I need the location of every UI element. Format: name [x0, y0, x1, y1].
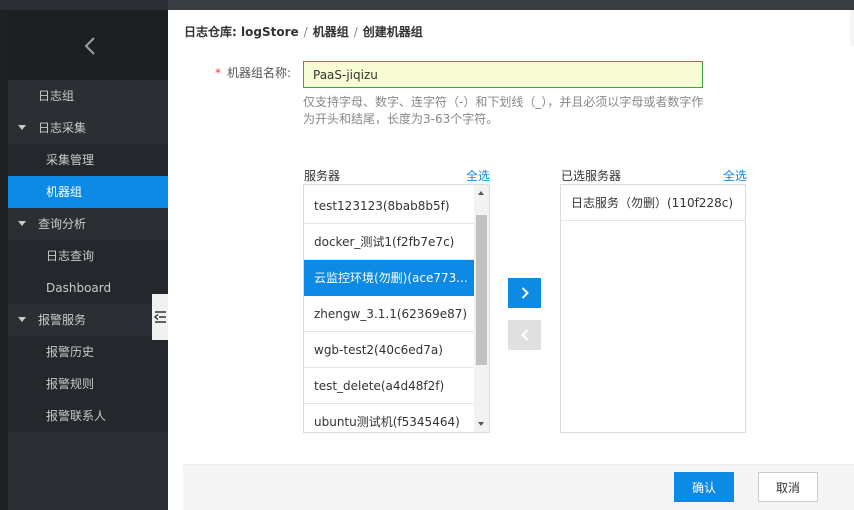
breadcrumb-root: 日志仓库: — [184, 25, 237, 39]
servers-select-all[interactable]: 全选 — [466, 167, 490, 184]
selected-servers-select-all[interactable]: 全选 — [723, 167, 747, 184]
move-left-button[interactable] — [508, 320, 541, 350]
servers-title: 服务器 — [304, 169, 341, 183]
name-label-text: 机器组名称: — [227, 66, 292, 80]
left-strip — [0, 10, 8, 510]
scroll-up-arrow-icon[interactable] — [478, 191, 484, 195]
caret-down-icon — [18, 125, 26, 130]
machine-group-name-input[interactable] — [303, 61, 703, 88]
sidebar-item-label: 查询分析 — [38, 217, 87, 231]
list-item-selected[interactable]: 云监控环境(勿删)(ace773... — [304, 260, 476, 296]
sidebar-item-alert-rules[interactable]: 报警规则 — [8, 368, 168, 400]
scroll-thumb[interactable] — [476, 215, 487, 365]
chevron-left-icon — [520, 329, 528, 341]
sidebar-item-label: 报警联系人 — [46, 409, 107, 423]
sidebar-item-log-query[interactable]: 日志查询 — [8, 240, 168, 272]
sidebar-item-label: 报警服务 — [38, 313, 87, 327]
list-item[interactable]: wgb-test2(40c6ed7a) — [304, 332, 476, 368]
sidebar-item-label: 日志查询 — [46, 249, 95, 263]
list-item[interactable]: test123123(8bab8b5f) — [304, 188, 476, 224]
selected-servers-list[interactable]: 日志服务（勿删）(110f228c) — [560, 184, 746, 433]
breadcrumb-separator: / — [353, 25, 358, 39]
list-item[interactable]: 日志服务（勿删）(110f228c) — [561, 185, 745, 221]
list-item[interactable]: zhengw_3.1.1(62369e87) — [304, 296, 476, 332]
name-hint: 仅支持字母、数字、连字符（-）和下划线（_），并且必须以字母或者数字作为开头和结… — [303, 95, 704, 126]
sidebar-menu: 日志组 日志采集 采集管理 机器组 查询分析 日志查询 Dashboard 报警… — [8, 80, 168, 432]
breadcrumb-store[interactable]: logStore — [241, 25, 299, 39]
collapse-menu-icon — [154, 311, 166, 323]
servers-scrollbar[interactable] — [474, 185, 489, 432]
machine-group-name-label: * 机器组名称: — [215, 64, 291, 81]
sidebar: 日志组 日志采集 采集管理 机器组 查询分析 日志查询 Dashboard 报警… — [8, 10, 168, 510]
sidebar-item-label: 日志组 — [38, 89, 75, 103]
sidebar-item-label: 日志采集 — [38, 121, 87, 135]
sidebar-item-collection-manage[interactable]: 采集管理 — [8, 144, 168, 176]
sidebar-collapse-handle[interactable] — [152, 294, 168, 340]
back-chevron-icon[interactable] — [81, 34, 99, 58]
breadcrumb-current: 创建机器组 — [362, 25, 423, 39]
confirm-button[interactable]: 确认 — [674, 472, 734, 502]
sidebar-item-machine-group[interactable]: 机器组 — [8, 176, 168, 208]
list-item[interactable]: ubuntu测试机(f5345464) — [304, 404, 476, 432]
caret-down-icon — [18, 317, 26, 322]
sidebar-group-log-collection[interactable]: 日志采集 — [8, 112, 168, 144]
sidebar-item-label: Dashboard — [46, 281, 112, 295]
chevron-right-icon — [521, 287, 529, 299]
list-item[interactable]: test_delete(a4d48f2f) — [304, 368, 476, 404]
sidebar-item-alert-contacts[interactable]: 报警联系人 — [8, 400, 168, 432]
top-bar — [0, 0, 854, 10]
breadcrumb: 日志仓库: logStore / 机器组 / 创建机器组 — [184, 23, 423, 40]
sidebar-header — [8, 10, 168, 80]
sidebar-item-label: 采集管理 — [46, 153, 95, 167]
cancel-button[interactable]: 取消 — [758, 472, 818, 502]
sidebar-item-label: 报警规则 — [46, 377, 95, 391]
sidebar-item-log-group[interactable]: 日志组 — [8, 80, 168, 112]
list-item[interactable]: docker_测试1(f2fb7e7c) — [304, 224, 476, 260]
caret-down-icon — [18, 221, 26, 226]
sidebar-item-label: 机器组 — [46, 185, 83, 199]
breadcrumb-separator: / — [303, 25, 308, 39]
selected-servers-title: 已选服务器 — [561, 169, 622, 183]
sidebar-item-alert-history[interactable]: 报警历史 — [8, 336, 168, 368]
required-mark: * — [215, 66, 221, 80]
sidebar-item-label: 报警历史 — [46, 345, 95, 359]
servers-list[interactable]: test123123(8bab8b5f) docker_测试1(f2fb7e7c… — [303, 184, 490, 433]
sidebar-group-alert-service[interactable]: 报警服务 — [8, 304, 168, 336]
sidebar-item-dashboard[interactable]: Dashboard — [8, 272, 168, 304]
breadcrumb-group[interactable]: 机器组 — [313, 25, 349, 39]
move-right-button[interactable] — [508, 278, 541, 308]
form-footer — [183, 464, 854, 510]
scroll-down-arrow-icon[interactable] — [478, 422, 484, 426]
sidebar-group-query-analysis[interactable]: 查询分析 — [8, 208, 168, 240]
